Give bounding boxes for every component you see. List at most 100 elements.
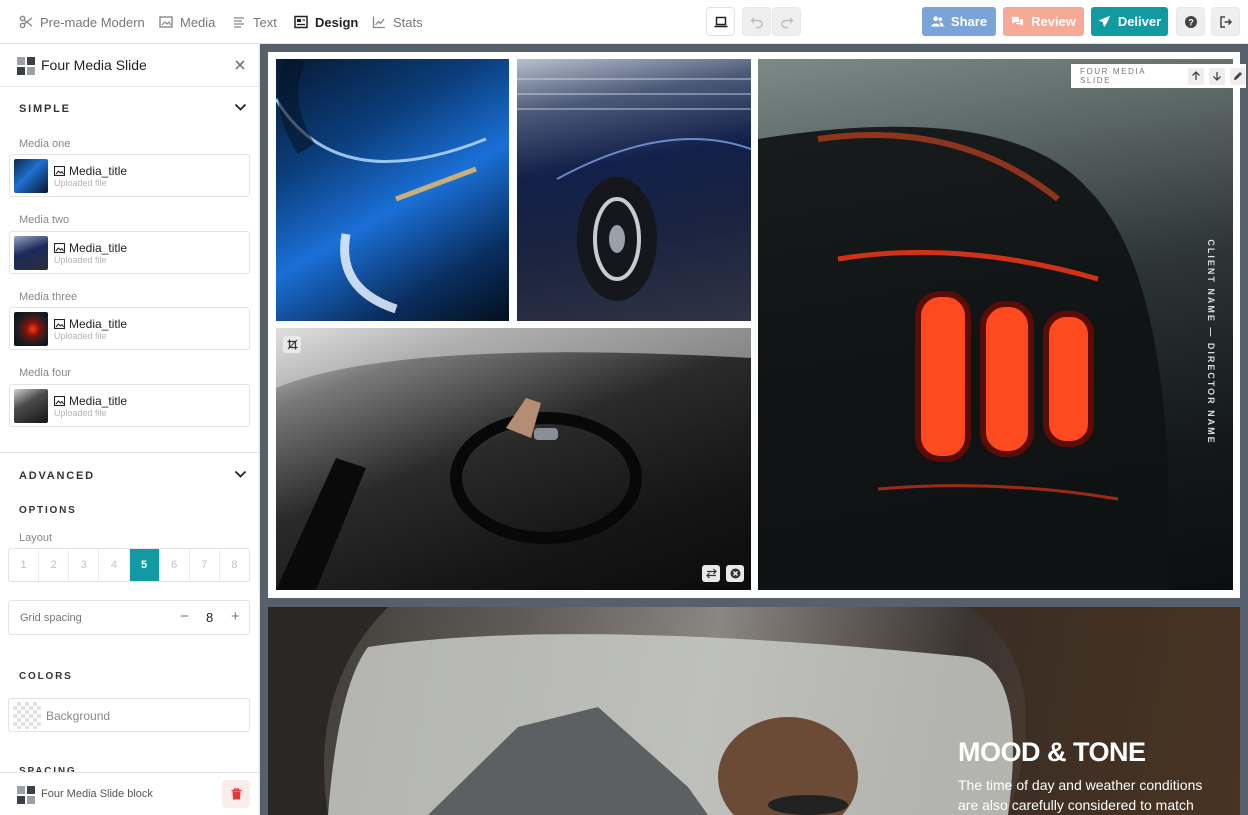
deliver-button[interactable]: Deliver <box>1091 7 1168 36</box>
delete-block-button[interactable] <box>222 780 250 808</box>
media-title: Media_title <box>54 241 127 255</box>
share-label: Share <box>950 14 988 29</box>
four-media-block-icon <box>17 57 35 75</box>
media-title-text: Media_title <box>69 317 128 331</box>
crop-button[interactable] <box>283 336 301 353</box>
layout-option-4[interactable]: 4 <box>99 549 130 581</box>
redo-button[interactable] <box>772 7 801 36</box>
undo-icon <box>750 17 763 28</box>
transparent-swatch <box>13 702 41 729</box>
advanced-section-label: ADVANCED <box>19 470 95 482</box>
media-subtitle: Uploaded file <box>54 255 107 265</box>
image-icon <box>54 396 65 406</box>
colors-label: COLORS <box>19 671 73 682</box>
car-interior-artwork <box>276 328 751 590</box>
car-wheel-artwork <box>517 78 751 301</box>
four-media-block-icon <box>17 786 35 804</box>
image-icon <box>54 166 65 176</box>
layout-option-2[interactable]: 2 <box>39 549 70 581</box>
media-subtitle: Uploaded file <box>54 331 107 341</box>
nav-label: Pre-made Modern <box>40 14 145 30</box>
question-icon: ? <box>1184 15 1197 28</box>
pencil-icon <box>1233 72 1242 80</box>
layout-selector: 1 2 3 4 5 6 7 8 <box>8 548 250 582</box>
remove-media-button[interactable] <box>726 565 744 582</box>
sidebar-footer: Four Media Slide block <box>0 772 259 815</box>
layout-option-7[interactable]: 7 <box>190 549 220 581</box>
nav-premade-modern[interactable]: Pre-made Modern <box>19 12 145 32</box>
undo-button[interactable] <box>742 7 771 36</box>
tail-light-artwork <box>758 126 1169 590</box>
media-one-card[interactable]: Media_title Uploaded file <box>9 154 250 197</box>
mood-tone-slide[interactable]: MOOD & TONE The time of day and weather … <box>268 607 1240 815</box>
move-up-button[interactable] <box>1187 67 1204 85</box>
nav-text[interactable]: Text <box>232 12 277 32</box>
review-label: Review <box>1031 14 1076 29</box>
background-color-field[interactable]: Background <box>8 698 250 732</box>
sign-out-icon <box>1219 15 1232 28</box>
image-icon <box>159 16 173 28</box>
nav-stats[interactable]: Stats <box>372 12 423 32</box>
chart-icon <box>372 16 385 29</box>
users-icon <box>931 16 944 27</box>
chevron-down-icon[interactable] <box>234 103 247 112</box>
footer-block-label: Four Media Slide block <box>41 788 153 800</box>
help-button[interactable]: ? <box>1176 7 1205 36</box>
layout-option-5[interactable]: 5 <box>129 549 160 581</box>
decrement-button[interactable]: − <box>180 608 189 625</box>
media-three-card[interactable]: Media_title Uploaded file <box>9 307 250 350</box>
section-divider <box>0 452 259 453</box>
media-title: Media_title <box>54 394 127 408</box>
layout-option-3[interactable]: 3 <box>69 549 100 581</box>
deliver-label: Deliver <box>1117 14 1162 29</box>
media-one-label: Media one <box>19 138 71 150</box>
move-down-button[interactable] <box>1208 67 1225 85</box>
media-four-image[interactable] <box>276 328 751 590</box>
options-label: OPTIONS <box>19 505 77 516</box>
paper-plane-icon <box>1098 15 1111 28</box>
design-sidebar: Four Media Slide SIMPLE Media one Media_… <box>0 44 260 815</box>
close-icon[interactable] <box>235 60 245 70</box>
mood-description: The time of day and weather conditions a… <box>958 777 1203 813</box>
vertical-credit-text: CLIENT NAME — DIRECTOR NAME <box>1206 239 1216 445</box>
media-two-image[interactable] <box>517 59 751 321</box>
blue-car-artwork <box>276 59 487 314</box>
swap-media-button[interactable] <box>702 565 720 582</box>
layout-option-1[interactable]: 1 <box>9 549 40 581</box>
chevron-down-icon[interactable] <box>234 470 247 479</box>
arrow-up-icon <box>1191 71 1200 80</box>
media-three-image[interactable] <box>758 59 1233 590</box>
nav-media[interactable]: Media <box>159 12 215 32</box>
layout-option-6[interactable]: 6 <box>160 549 190 581</box>
media-title-text: Media_title <box>69 241 128 255</box>
exit-button[interactable] <box>1211 7 1240 36</box>
nav-label: Design <box>315 14 359 30</box>
media-thumbnail <box>14 389 48 423</box>
four-media-slide[interactable]: FOUR MEDIA SLIDE CLIENT NAME — DIRECTOR … <box>268 52 1246 598</box>
image-icon <box>54 319 65 329</box>
media-thumbnail <box>14 236 48 270</box>
background-label: Background <box>46 709 111 723</box>
redo-icon <box>780 17 793 28</box>
media-one-image[interactable] <box>276 59 509 321</box>
crop-icon <box>287 339 297 350</box>
panel-header: Four Media Slide <box>0 44 259 87</box>
grid-spacing-value[interactable]: 8 <box>206 610 213 625</box>
swap-icon <box>705 568 717 579</box>
increment-button[interactable]: + <box>231 608 240 625</box>
panel-title: Four Media Slide <box>41 57 147 73</box>
nav-design[interactable]: Design <box>294 12 358 32</box>
review-button[interactable]: Review <box>1003 7 1084 36</box>
top-bar: Pre-made Modern Media Text Design Stats … <box>0 0 1248 44</box>
mood-title: MOOD & TONE <box>958 737 1146 767</box>
media-four-card[interactable]: Media_title Uploaded file <box>9 384 250 427</box>
slide-type-label: FOUR MEDIA SLIDE <box>1080 67 1146 85</box>
laptop-icon <box>714 16 727 27</box>
media-title: Media_title <box>54 317 127 331</box>
media-two-card[interactable]: Media_title Uploaded file <box>9 231 250 274</box>
comments-icon <box>1012 16 1024 27</box>
layout-option-8[interactable]: 8 <box>220 549 249 581</box>
edit-button[interactable] <box>1229 67 1246 85</box>
share-button[interactable]: Share <box>922 7 996 36</box>
desktop-preview-button[interactable] <box>706 7 735 36</box>
